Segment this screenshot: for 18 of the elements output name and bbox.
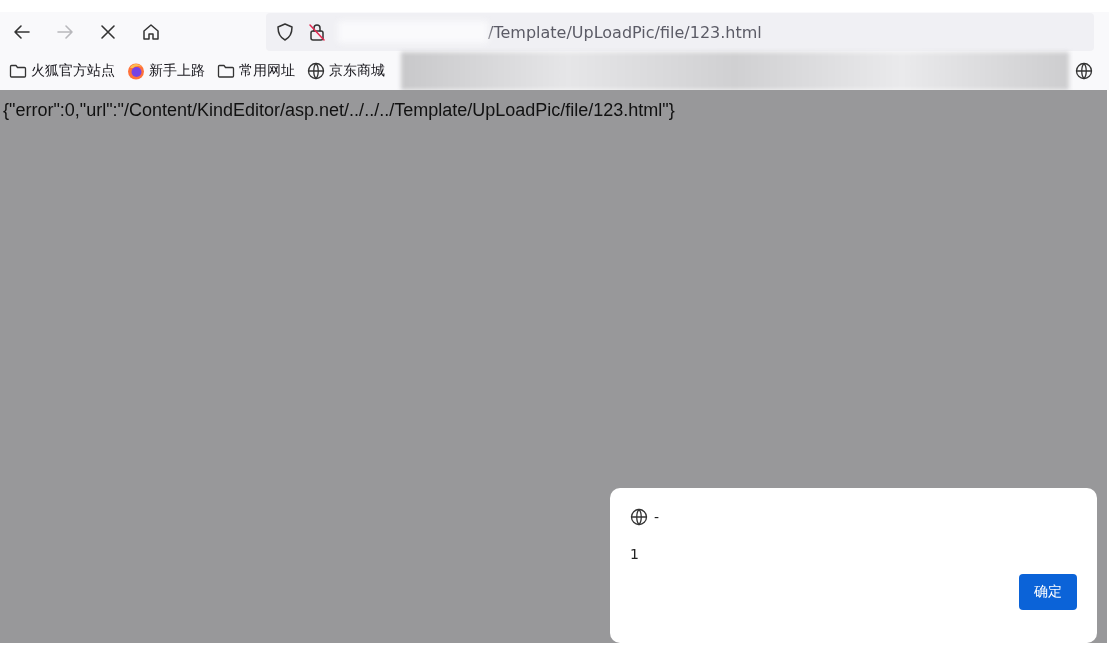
shield-icon xyxy=(274,21,296,43)
bookmark[interactable]: 火狐官方站点 xyxy=(9,62,115,80)
ok-button[interactable]: 确定 xyxy=(1019,574,1077,610)
crossed-lock-icon xyxy=(306,21,328,43)
bookmark[interactable]: 常用网址 xyxy=(217,62,295,80)
browser-logo-icon xyxy=(127,62,145,80)
address-bar[interactable]: /Template/UpLoadPic/file/123.html xyxy=(266,13,1094,51)
globe-icon[interactable] xyxy=(1075,62,1093,80)
dialog-message: 1 xyxy=(630,546,640,562)
bookmark[interactable]: 新手上路 xyxy=(127,62,205,80)
globe-icon xyxy=(630,508,648,526)
dialog-title: - xyxy=(654,509,660,525)
folder-icon xyxy=(217,63,235,79)
response-text: {"error":0,"url":"/Content/KindEditor/asp.net/../../../Template/UpLoadPic/file/123.html"} xyxy=(2,99,676,121)
folder-icon xyxy=(9,63,27,79)
bookmark[interactable]: 京东商城 xyxy=(307,62,385,80)
url-text: /Template/UpLoadPic/file/123.html xyxy=(488,22,762,42)
globe-icon xyxy=(307,62,325,80)
